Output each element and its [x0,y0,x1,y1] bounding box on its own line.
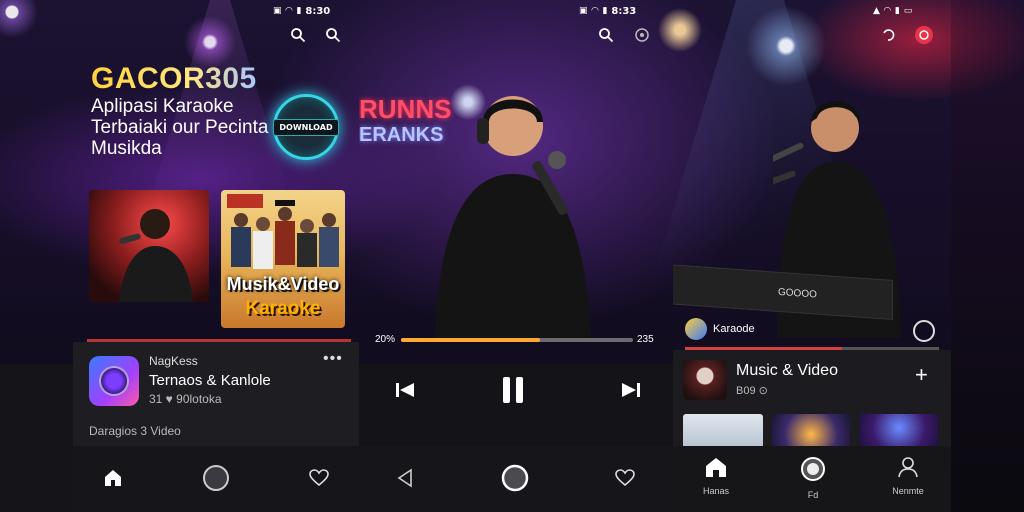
video-tile[interactable] [772,414,850,448]
back-icon[interactable] [385,458,425,498]
bottom-nav: Hanas Fd Nenmte [673,446,951,512]
status-bar: ▣ ◠ ▮ 8:30 [273,4,330,18]
options-icon[interactable] [913,320,935,342]
nav-label: Fd [807,490,819,500]
keyboard-label: GOOOO [778,286,817,301]
signal-icon: ▮ [296,6,302,16]
home-icon[interactable] [93,458,133,498]
singer-image [435,96,591,338]
thumbnail-caption: Karaoke [245,298,321,319]
search-icon[interactable] [322,24,344,46]
skip-forward-icon[interactable] [615,378,647,402]
left-edge-panel [0,364,73,512]
download-button-label: DOWNLOAD [273,118,339,136]
refresh-icon[interactable] [877,24,899,46]
player-controls [359,364,673,512]
seek-bar[interactable] [401,338,633,342]
brand-title: GACOR305 [91,62,257,95]
nav-label: Nenmte [892,486,924,496]
record-button[interactable] [196,458,236,498]
more-icon[interactable]: ••• [323,350,343,368]
search-icon[interactable] [595,24,617,46]
now-playing-label: Karaode [713,323,755,335]
thumbnail-caption: Musik&Video [226,274,340,294]
search-icon[interactable] [287,24,309,46]
nav-item-home[interactable]: Hanas [686,456,746,496]
screen-player: ▣ ◠ ▮ 8:33 RUNNS ERANKS 20% 235 [359,0,673,512]
notification-icon: ▣ [579,6,588,16]
wifi-icon: ◠ [285,6,293,16]
card-footer: Daragios 3 Video [89,424,181,438]
home-button[interactable] [495,458,535,498]
plus-icon[interactable]: + [915,364,928,386]
nav-label: Hanas [702,486,729,496]
composite-screenshot: ▣ ◠ ▮ 8:30 GACOR305 Aplipasi Karaoke Ter… [0,0,1024,512]
karaoke-thumbnail[interactable]: Musik&Video Karaoke [221,190,345,328]
tagline-line: Terbaiaki our Pecinta [91,117,269,138]
pause-icon[interactable] [497,374,529,406]
card-title: Ternaos & Kanlole [149,372,271,389]
battery-icon: ▭ [903,6,913,16]
status-time: 8:30 [305,5,331,17]
bottom-nav [73,446,359,512]
album-art[interactable] [683,360,727,400]
tagline-line: Musikda [91,138,162,159]
nav-item-player[interactable]: Fd [783,456,843,500]
heart-icon[interactable] [605,458,645,498]
wifi-icon: ◠ [591,6,599,16]
tagline: Aplipasi Karaoke Terbaiaki our Pecinta M… [91,96,291,159]
now-playing-chip[interactable]: Karaode [685,318,755,340]
seek-bar-fill [401,338,541,342]
notification-icon: ▣ [273,6,282,16]
right-edge-panel [951,0,1024,512]
bottom-nav [359,446,673,512]
video-tile[interactable] [683,414,763,448]
signal-icon: ▮ [894,6,900,16]
singer-image [119,209,193,302]
card-subtitle: NagKess [149,354,198,368]
record-icon[interactable] [913,24,935,46]
time-total: 235 [637,334,654,345]
screen-home: ▣ ◠ ▮ 8:30 GACOR305 Aplipasi Karaoke Ter… [73,0,359,512]
time-elapsed: 20% [375,334,396,345]
signal-icon: ▮ [602,6,608,16]
video-tile[interactable] [860,414,938,448]
home-icon [706,458,726,477]
screen-library: ▲ ◠ ▮ ▭ GOOOO Karaode Music & Video B09 … [673,0,951,512]
singer-thumbnail[interactable] [89,190,209,302]
user-icon [898,457,918,478]
status-bar: ▣ ◠ ▮ 8:33 [579,4,636,18]
nav-item-profile[interactable]: Nenmte [878,456,938,496]
tagline-line: Aplipasi Karaoke [91,96,234,117]
library-panel: Music & Video B09 ⊙ + Hanas Fd Nenmte [673,350,951,512]
heart-icon[interactable] [299,458,339,498]
notification-icon: ▲ [873,6,880,16]
app-icon [685,318,707,340]
status-time: 8:33 [611,5,637,17]
download-button[interactable]: DOWNLOAD [273,94,339,160]
skip-back-icon[interactable] [389,378,421,402]
card-title: Music & Video [736,362,838,379]
app-icon [89,356,139,406]
player-icon [801,457,825,481]
settings-icon[interactable] [631,24,653,46]
card-meta: 31 ♥ 90lotoka [149,392,222,406]
wifi-icon: ◠ [883,6,891,16]
status-bar: ▲ ◠ ▮ ▭ [873,4,912,18]
card-meta: B09 ⊙ [736,385,768,397]
